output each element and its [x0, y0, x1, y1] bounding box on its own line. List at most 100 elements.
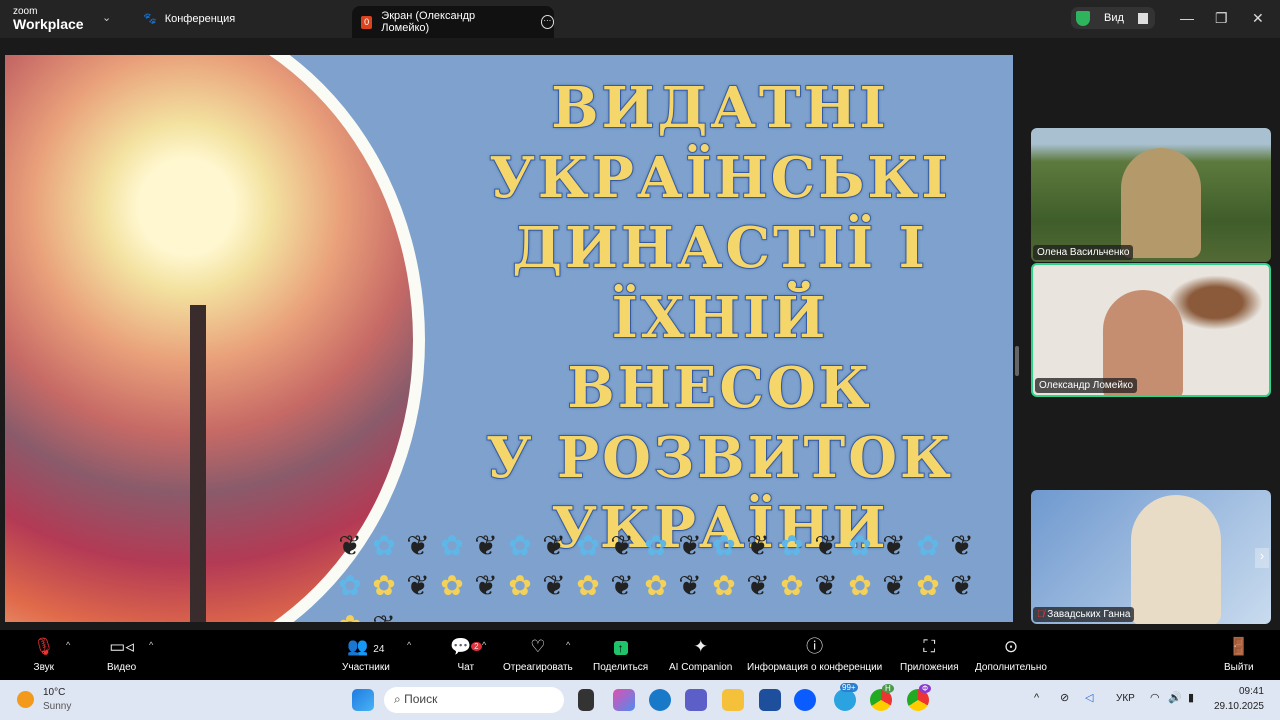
leaf-ornament: ❦	[950, 529, 974, 561]
flower-ornament: ✿	[644, 569, 668, 601]
search-icon: ⌕	[394, 692, 405, 706]
meeting-tab[interactable]: 🐾 Конференция	[143, 12, 236, 26]
minimize-button[interactable]: —	[1180, 10, 1194, 26]
video-tile[interactable]: › 🎙̸ Завадських Ганна	[1031, 490, 1271, 624]
share-label: Поделиться	[593, 662, 649, 673]
windows-start-icon[interactable]	[352, 689, 374, 711]
teams-icon[interactable]	[685, 689, 707, 711]
react-label: Отреагировать	[503, 662, 573, 673]
muted-mic-icon: 🎙̸	[1037, 609, 1048, 620]
copilot-icon[interactable]	[613, 689, 635, 711]
leaf-ornament: ❦	[882, 569, 906, 601]
flower-ornament: ✿	[335, 607, 365, 623]
slide-title: ВИДАТНІ УКРАЇНСЬКІ ДИНАСТІЇ І ЇХНІЙ ВНЕС…	[430, 73, 1010, 563]
zoom-app-icon[interactable]	[794, 689, 816, 711]
title-bar: zoom Workplace ⌄ 🐾 Конференция 0 Экран (Ол…	[0, 0, 1280, 38]
chrome-icon[interactable]: Н	[870, 684, 894, 711]
zoom-logo: zoom Workplace	[13, 7, 84, 33]
tray-expand-icon[interactable]: ^	[1034, 692, 1039, 704]
search-box[interactable]: ⌕ Поиск	[384, 687, 564, 713]
resize-handle[interactable]	[1015, 346, 1019, 376]
sync-off-icon[interactable]: ⊘	[1060, 691, 1069, 704]
leave-icon: 🚪	[1228, 637, 1250, 656]
leaf-ornament: ❦	[369, 607, 399, 623]
apps-label: Приложения	[900, 662, 959, 673]
chevron-down-icon[interactable]: ⌄	[102, 11, 111, 24]
video-button[interactable]: ▭◃ Видео	[107, 636, 136, 673]
restore-button[interactable]: ❐	[1215, 10, 1228, 27]
edge-icon[interactable]	[649, 689, 671, 711]
volume-icon[interactable]: 🔊	[1168, 691, 1182, 704]
flower-ornament: ✿	[916, 529, 940, 561]
close-button[interactable]: ✕	[1252, 10, 1264, 27]
meeting-stage: ВИДАТНІ УКРАЇНСЬКІ ДИНАСТІЇ І ЇХНІЙ ВНЕС…	[0, 38, 1280, 630]
video-tile-active-speaker[interactable]: Олександр Ломейко	[1031, 263, 1271, 397]
leaf-ornament: ❦	[746, 529, 770, 561]
participants-caret[interactable]: ^	[407, 640, 411, 650]
audio-options-caret[interactable]: ^	[66, 640, 70, 650]
share-button[interactable]: ↑ Поделиться	[593, 636, 648, 673]
participants-button[interactable]: 👥 24 Участники	[342, 636, 390, 673]
leaf-ornament: ❦	[746, 569, 770, 601]
share-tab-label: Экран (Олександр Ломейко)	[381, 10, 476, 34]
leave-button[interactable]: 🚪 Выйти	[1224, 636, 1254, 673]
sun-icon	[17, 691, 34, 708]
leaf-ornament: ❦	[542, 529, 566, 561]
react-caret[interactable]: ^	[566, 640, 570, 650]
flower-ornament: ✿	[372, 529, 396, 561]
flower-ornament: ✿	[780, 529, 804, 561]
language-indicator[interactable]: УКР	[1116, 693, 1135, 704]
meeting-toolbar: 🎙 Звук ^ ▭◃ Видео ^ 👥 24 Участники ^ 💬 2 Чат …	[0, 630, 1280, 680]
apps-button[interactable]: ⛶ Приложения	[900, 636, 959, 673]
screen-share-tab[interactable]: 0 Экран (Олександр Ломейко) ···	[352, 6, 554, 38]
flower-ornament: ✿	[848, 529, 872, 561]
weather-text[interactable]: Sunny	[43, 701, 71, 712]
clock-date[interactable]: 29.10.2025	[1214, 701, 1264, 712]
store-icon[interactable]	[759, 689, 781, 711]
ai-companion-button[interactable]: ✦ AI Companion	[669, 636, 732, 673]
chat-label: Чат	[457, 662, 475, 673]
title-line: У РОЗВИТОК	[485, 424, 954, 492]
mic-location-icon[interactable]: ◁	[1085, 691, 1093, 704]
flower-ornament: ✿	[576, 569, 600, 601]
flower-ornament: ✿	[440, 569, 464, 601]
flower-ornament: ✿	[644, 529, 668, 561]
wifi-icon[interactable]: ◠	[1150, 691, 1160, 704]
leaf-ornament: ❦	[406, 529, 430, 561]
task-view-icon[interactable]	[578, 689, 594, 711]
clock-time[interactable]: 09:41	[1239, 686, 1264, 697]
flower-ornament: ✿	[916, 569, 940, 601]
logo-big: Workplace	[13, 16, 84, 32]
more-button[interactable]: ⊙ Дополнительно	[975, 636, 1047, 673]
temperature[interactable]: 10°C	[43, 687, 65, 698]
telegram-icon[interactable]: 99+	[834, 683, 858, 711]
flower-ornament: ✿	[780, 569, 804, 601]
tree-trunk	[190, 305, 206, 622]
leaf-ornament: ❦	[474, 569, 498, 601]
embroidery-border: ❦✿❦✿❦✿❦✿❦✿❦✿❦✿❦✿❦✿❦✿✿❦✿❦✿❦✿❦✿❦✿❦✿❦✿❦✿❦✿❦	[335, 527, 1007, 623]
video-options-caret[interactable]: ^	[149, 640, 153, 650]
flower-ornament: ✿	[848, 569, 872, 601]
meeting-label: Конференция	[164, 12, 236, 25]
file-explorer-icon[interactable]	[722, 689, 744, 711]
participant-name: Олена Васильченко	[1033, 245, 1134, 260]
participant-name: Олександр Ломейко	[1035, 378, 1138, 393]
view-label: Вид	[1104, 12, 1124, 24]
chrome-icon[interactable]: Ф	[907, 684, 932, 711]
react-button[interactable]: ♡ Отреагировать	[503, 636, 573, 673]
chat-caret[interactable]: ^	[482, 640, 486, 650]
more-icon[interactable]: ···	[540, 15, 554, 29]
chat-badge: 2	[471, 642, 482, 651]
next-page-icon[interactable]: ›	[1255, 548, 1269, 568]
flower-ornament: ✿	[372, 569, 396, 601]
audio-button[interactable]: 🎙 Звук	[33, 636, 55, 673]
battery-icon[interactable]: ▮	[1188, 691, 1194, 704]
flower-ornament: ✿	[508, 529, 532, 561]
info-label: Информация о конференции	[747, 662, 883, 673]
chat-button[interactable]: 💬 2 Чат	[450, 636, 482, 673]
view-button[interactable]: Вид	[1071, 7, 1155, 29]
video-tile[interactable]: Олена Васильченко	[1031, 128, 1271, 262]
meeting-info-button[interactable]: ⓘ Информация о конференции	[747, 636, 882, 673]
grid-icon	[1137, 12, 1148, 24]
leave-label: Выйти	[1224, 662, 1254, 673]
